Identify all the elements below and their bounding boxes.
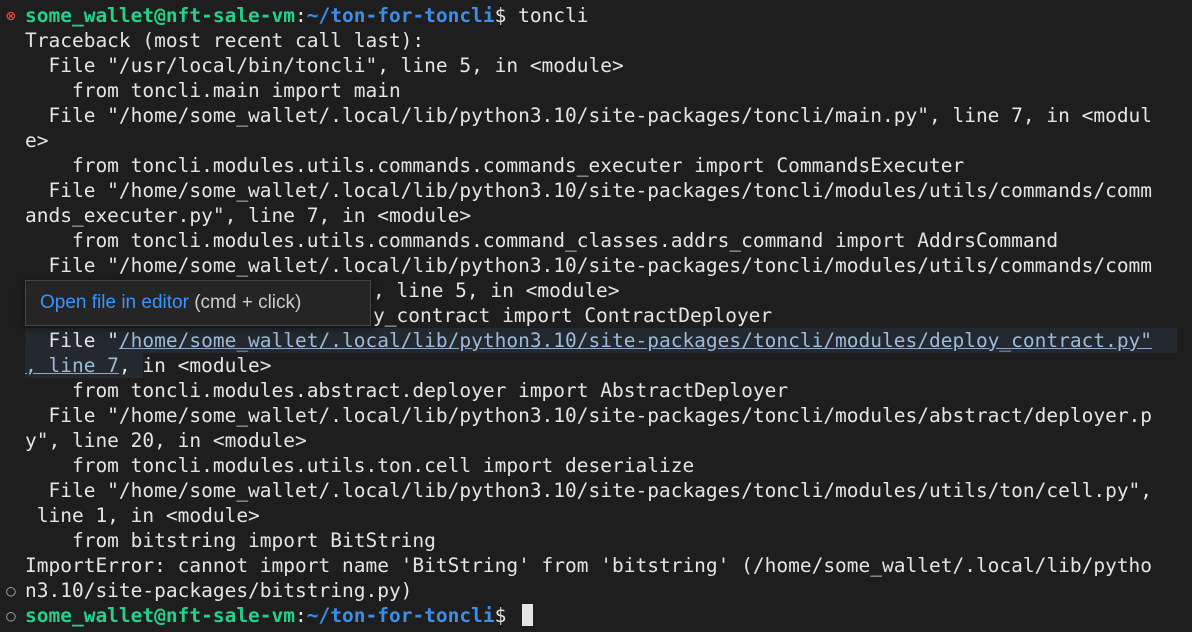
output-line: from toncli.modules.utils.commands.comma… — [25, 229, 1059, 252]
command-text: toncli — [518, 4, 589, 27]
output-line: line 1, in <module> — [25, 504, 260, 527]
open-file-tooltip: Open file in editor (cmd + click) — [25, 280, 371, 326]
output-line: File "/home/some_wallet/.local/lib/pytho… — [25, 254, 1153, 277]
output-line: File "/home/some_wallet/.local/lib/pytho… — [25, 179, 1153, 202]
output-line-file-link: File "/home/some_wallet/.local/lib/pytho… — [25, 328, 1152, 353]
prompt-user-host: some_wallet@nft-sale-vm — [25, 604, 296, 627]
output-line: File "/home/some_wallet/.local/lib/pytho… — [25, 404, 1153, 427]
prompt-user-host: some_wallet@nft-sale-vm — [25, 4, 296, 27]
file-line-link[interactable]: , line 7 — [25, 354, 119, 377]
command-idle-circle-icon[interactable]: ○ — [3, 578, 19, 603]
output-line: ImportError: cannot import name 'BitStri… — [25, 554, 1153, 577]
output-text: File " — [25, 329, 119, 352]
output-line: File "/home/some_wallet/.local/lib/pytho… — [25, 104, 1153, 127]
open-file-in-editor-link[interactable]: Open file in editor — [40, 292, 189, 313]
prompt-symbol: $ — [494, 604, 519, 627]
output-line: from toncli.modules.abstract.deployer im… — [25, 379, 789, 402]
output-text: , in <module> — [118, 354, 272, 377]
output-line: ands_executer.py", line 7, in <module> — [25, 204, 472, 227]
output-line: Traceback (most recent call last): — [25, 29, 425, 52]
output-line: e> — [25, 129, 49, 152]
prompt-path: ~/ton-for-toncli — [306, 604, 495, 627]
output-line: from toncli.modules.utils.ton.cell impor… — [25, 454, 695, 477]
file-path-link[interactable]: /home/some_wallet/.local/lib/python3.10/… — [119, 329, 1152, 352]
tooltip-shortcut-hint: (cmd + click) — [188, 292, 302, 313]
output-line: y_contract import ContractDeployer — [373, 304, 773, 327]
prompt-path: ~/ton-for-toncli — [306, 4, 495, 27]
output-line: n3.10/site-packages/bitstring.py) — [25, 579, 413, 602]
prompt-line-command: some_wallet@nft-sale-vm:~/ton-for-toncli… — [25, 3, 589, 28]
prompt-separator: : — [295, 604, 307, 627]
text-cursor — [522, 604, 534, 626]
output-line: from bitstring import BitString — [25, 529, 436, 552]
output-line: File "/usr/local/bin/toncli", line 5, in… — [25, 54, 624, 77]
output-line-file-link: , line 7, in <module> — [25, 353, 272, 378]
prompt-symbol: $ — [494, 4, 519, 27]
output-line: from toncli.modules.utils.commands.comma… — [25, 154, 965, 177]
output-line: y", line 20, in <module> — [25, 429, 307, 452]
output-line: from toncli.main import main — [25, 79, 401, 102]
output-line: , line 5, in <module> — [373, 279, 620, 302]
output-line: File "/home/some_wallet/.local/lib/pytho… — [25, 479, 1153, 502]
prompt-separator: : — [295, 4, 307, 27]
command-idle-circle-icon[interactable]: ○ — [3, 603, 19, 628]
terminal-panel[interactable]: ⊗ some_wallet@nft-sale-vm:~/ton-for-tonc… — [0, 0, 1192, 632]
prompt-line-current[interactable]: some_wallet@nft-sale-vm:~/ton-for-toncli… — [25, 603, 534, 628]
error-circle-icon[interactable]: ⊗ — [3, 3, 19, 28]
